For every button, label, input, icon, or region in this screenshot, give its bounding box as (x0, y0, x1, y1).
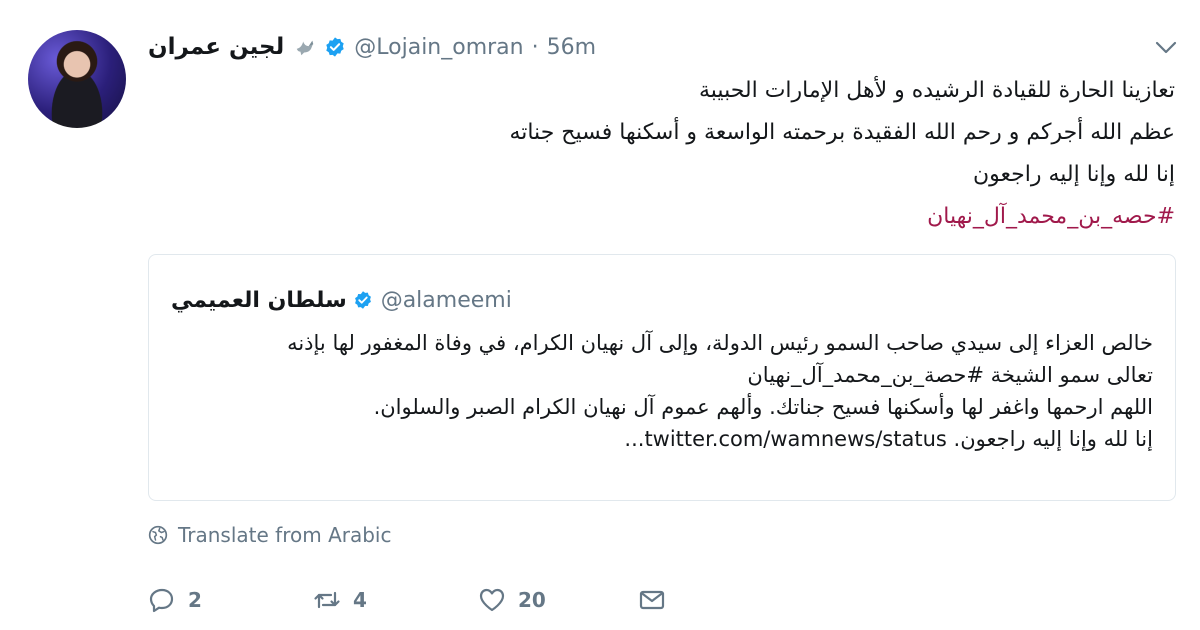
verified-icon (324, 36, 346, 58)
quoted-line: تعالى سمو الشيخة #حصة_بن_محمد_آل_نهيان (747, 363, 1153, 387)
retweet-icon (314, 591, 340, 609)
quoted-tweet[interactable]: سلطان العميمي @alameemi خالص العزاء إلى … (148, 254, 1176, 501)
tweet-actions: 2 4 20 (148, 580, 666, 620)
message-icon (639, 590, 665, 610)
like-icon (479, 588, 505, 612)
like-button[interactable]: 20 (478, 586, 638, 614)
direct-message-button[interactable] (638, 586, 666, 614)
quoted-tweet-text: خالص العزاء إلى سيدي صاحب السمو رئيس الد… (163, 327, 1153, 455)
translate-label[interactable]: Translate from Arabic (178, 523, 391, 547)
retweet-button[interactable]: 4 (313, 586, 478, 614)
verified-icon (353, 290, 373, 310)
tweet-line: عظم الله أجركم و رحم الله الفقيدة برحمته… (509, 120, 1175, 145)
dove-icon (294, 36, 316, 58)
hashtag-link[interactable]: #حصه_بن_محمد_آل_نهيان (175, 196, 1175, 238)
header-separator: · (531, 34, 539, 60)
tweet-line: إنا لله وإنا إليه راجعون (973, 162, 1175, 187)
tweet-header: لجين عمران @Lojain_omran · 56m (148, 30, 596, 64)
tweet-text: تعازينا الحارة للقيادة الرشيده و لأهل ال… (175, 70, 1175, 238)
quoted-line: إنا لله وإنا إليه راجعون. (953, 427, 1153, 451)
quoted-handle[interactable]: @alameemi (381, 288, 512, 313)
reply-icon (149, 588, 174, 613)
quoted-link[interactable]: twitter.com/wamnews/status... (624, 427, 946, 451)
author-handle[interactable]: @Lojain_omran (354, 35, 523, 60)
tweet-timestamp[interactable]: 56m (547, 35, 596, 60)
quoted-line: خالص العزاء إلى سيدي صاحب السمو رئيس الد… (287, 331, 1153, 355)
translate-button[interactable]: Translate from Arabic (148, 520, 391, 550)
like-count: 20 (518, 588, 546, 612)
quoted-line: اللهم ارحمها واغفر لها وأسكنها فسيح جنات… (373, 395, 1153, 419)
avatar[interactable] (28, 30, 126, 128)
globe-icon (148, 525, 168, 545)
author-display-name[interactable]: لجين عمران (148, 34, 284, 60)
tweet-card: لجين عمران @Lojain_omran · 56m تعازينا ا… (0, 0, 1200, 630)
reply-button[interactable]: 2 (148, 586, 313, 614)
retweet-count: 4 (353, 588, 367, 612)
tweet-line: تعازينا الحارة للقيادة الرشيده و لأهل ال… (699, 78, 1175, 103)
quoted-tweet-header: سلطان العميمي @alameemi (171, 285, 512, 315)
chevron-down-icon[interactable] (1154, 40, 1178, 56)
quoted-display-name[interactable]: سلطان العميمي (171, 288, 347, 313)
reply-count: 2 (188, 588, 202, 612)
quoted-line-with-link: إنا لله وإنا إليه راجعون. twitter.com/wa… (163, 423, 1153, 455)
